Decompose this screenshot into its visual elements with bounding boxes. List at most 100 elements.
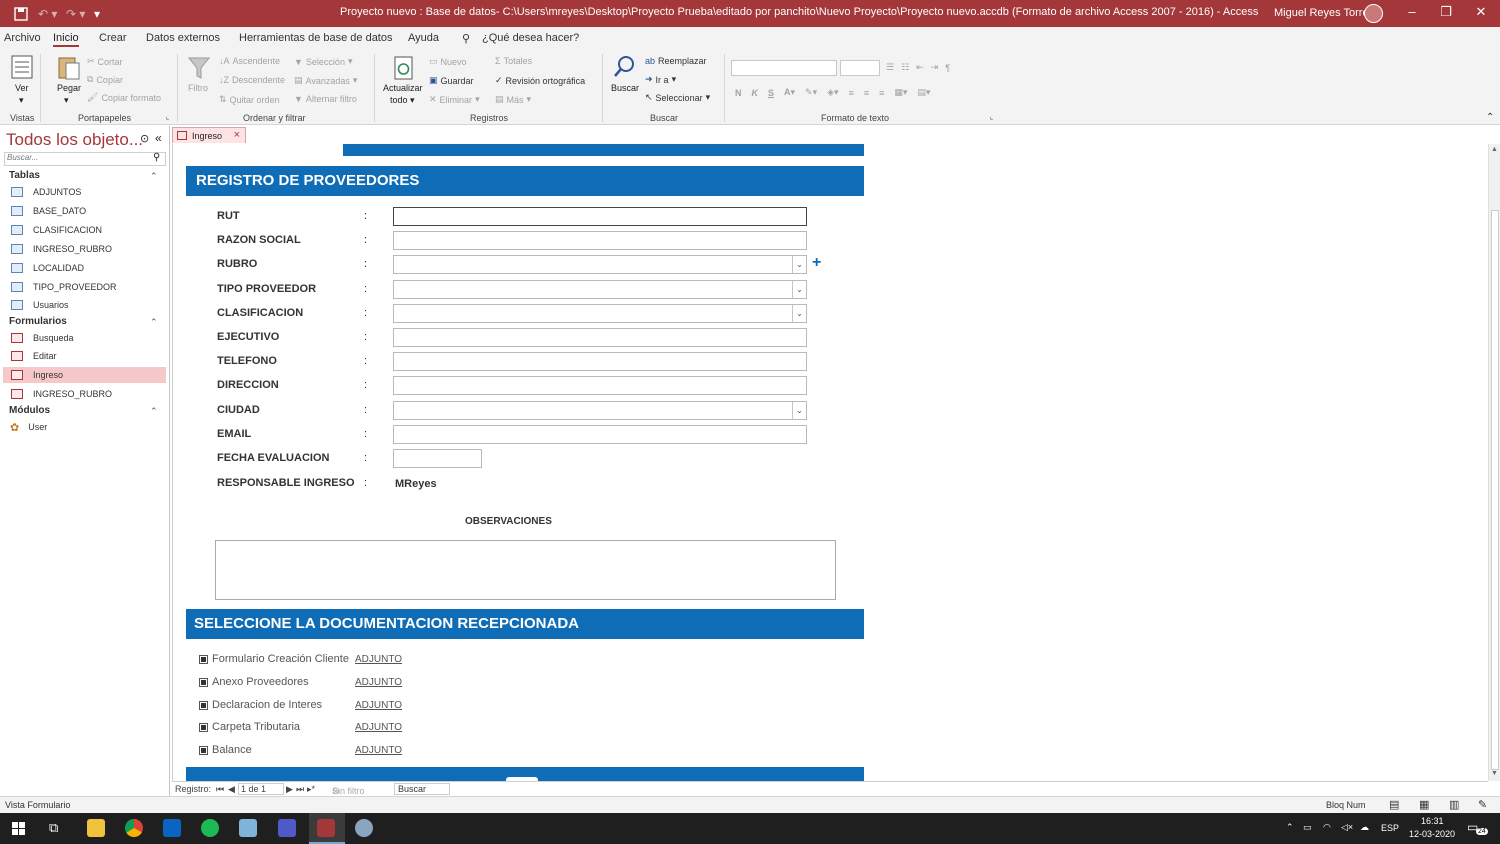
numbering-icon[interactable]: ☷ xyxy=(901,62,909,73)
document-checkbox[interactable] xyxy=(199,723,208,732)
wifi-icon[interactable]: ◠ xyxy=(1323,822,1331,833)
revision-button[interactable]: ✓ Revisión ortográfica xyxy=(495,75,585,86)
document-checkbox[interactable] xyxy=(199,746,208,755)
seleccionar-button[interactable]: ↖ Seleccionar ▾ xyxy=(645,92,710,103)
new-record-nav-icon[interactable]: ▸* xyxy=(307,784,315,795)
field-input-clasificacion[interactable]: ⌄ xyxy=(393,304,807,323)
document-checkbox[interactable] xyxy=(199,701,208,710)
language-indicator[interactable]: ESP xyxy=(1381,823,1399,833)
datasheet-view-icon[interactable]: ▦ xyxy=(1419,798,1429,811)
adjunto-link[interactable]: ADJUNTO xyxy=(355,722,402,733)
italic-button[interactable]: K xyxy=(752,88,759,98)
find-icon[interactable] xyxy=(612,54,638,82)
app-icon[interactable] xyxy=(355,819,373,837)
eliminar-button[interactable]: ✕ Eliminar ▾ xyxy=(429,94,480,105)
clock-date[interactable]: 12-03-2020 xyxy=(1409,829,1455,839)
chevron-down-icon[interactable]: ⌄ xyxy=(792,256,806,273)
nav-item-usuarios[interactable]: Usuarios xyxy=(3,297,166,313)
save-icon[interactable] xyxy=(14,0,28,27)
chevron-down-icon[interactable]: ⌄ xyxy=(792,402,806,419)
nav-item-clasificacion[interactable]: CLASIFICACION xyxy=(3,222,166,238)
chevron-up-icon[interactable]: ⌃ xyxy=(150,406,158,417)
avatar[interactable] xyxy=(1364,4,1383,23)
observaciones-textarea[interactable] xyxy=(215,540,836,600)
tell-me-input[interactable]: ¿Qué desea hacer? xyxy=(482,32,579,44)
refresh-icon[interactable] xyxy=(391,55,417,83)
bullets-icon[interactable]: ☰ xyxy=(886,62,894,73)
search-icon[interactable]: ⚲ xyxy=(462,32,470,45)
filtro-button[interactable]: Filtro xyxy=(188,83,208,93)
background-icon[interactable]: ▤▾ xyxy=(917,87,930,98)
outdent-icon[interactable]: ⇥ xyxy=(931,62,939,73)
task-view-icon[interactable]: ⧉ xyxy=(49,820,58,836)
field-input-ciudad[interactable]: ⌄ xyxy=(393,401,807,420)
quitar-orden-button[interactable]: ⇅ Quitar orden xyxy=(219,94,280,105)
tab-herramientas[interactable]: Herramientas de base de datos xyxy=(239,32,392,44)
teams-icon[interactable] xyxy=(278,819,296,837)
nuevo-button[interactable]: ▭ Nuevo xyxy=(429,56,467,67)
field-input-fecha-evaluacion[interactable] xyxy=(393,449,482,468)
view-icon[interactable] xyxy=(10,54,36,82)
bold-button[interactable]: N xyxy=(735,88,742,98)
nav-section-tablas[interactable]: Tablas xyxy=(9,170,40,181)
cortar-button[interactable]: ✂ Cortar xyxy=(87,56,123,67)
volume-icon[interactable]: ◁× xyxy=(1341,822,1353,833)
tab-ingreso[interactable]: Ingreso × xyxy=(172,127,246,143)
dialog-launcher-icon[interactable]: ⌞ xyxy=(990,113,993,121)
chevron-up-icon[interactable]: ⌃ xyxy=(150,171,158,182)
field-input-razon-social[interactable] xyxy=(393,231,807,250)
buscar-button[interactable]: Buscar xyxy=(611,83,639,93)
document-checkbox[interactable] xyxy=(199,678,208,687)
align-right-icon[interactable]: ≡ xyxy=(879,88,884,98)
actualizar-button[interactable]: Actualizar xyxy=(383,83,423,93)
indent-icon[interactable]: ⇤ xyxy=(916,62,924,73)
notes-app-icon[interactable] xyxy=(239,819,257,837)
design-view-icon[interactable]: ✎ xyxy=(1478,798,1487,811)
pegar-dropdown-icon[interactable]: ▾ xyxy=(64,95,69,106)
chevron-up-icon[interactable]: ⌃ xyxy=(150,317,158,328)
nav-menu-icon[interactable]: ⊙ xyxy=(140,132,149,145)
tab-crear[interactable]: Crear xyxy=(99,32,127,44)
tab-archivo[interactable]: Archivo xyxy=(4,32,41,44)
undo-icon[interactable]: ↶ ▾ xyxy=(38,0,57,27)
nav-item-base-dato[interactable]: BASE_DATO xyxy=(3,203,166,219)
chevron-down-icon[interactable]: ⌄ xyxy=(792,281,806,298)
layout-view-icon[interactable]: ▥ xyxy=(1449,798,1459,811)
actualizar-todo-label[interactable]: todo ▾ xyxy=(390,95,415,106)
avanzadas-button[interactable]: ▤ Avanzadas ▾ xyxy=(294,75,357,86)
collapse-ribbon-icon[interactable]: ⌃ xyxy=(1486,112,1494,123)
nav-item-ingreso-rubro-table[interactable]: INGRESO_RUBRO xyxy=(3,241,166,257)
nav-item-busqueda[interactable]: Busqueda xyxy=(3,330,166,346)
field-input-direccion[interactable] xyxy=(393,376,807,395)
field-input-tipo-proveedor[interactable]: ⌄ xyxy=(393,280,807,299)
adjunto-link[interactable]: ADJUNTO xyxy=(355,654,402,665)
field-input-email[interactable] xyxy=(393,425,807,444)
clock-time[interactable]: 16:31 xyxy=(1421,816,1444,826)
chevron-down-icon[interactable]: ⌄ xyxy=(792,305,806,322)
tab-inicio[interactable]: Inicio xyxy=(53,32,79,47)
battery-icon[interactable]: ▭ xyxy=(1303,822,1312,833)
highlight-icon[interactable]: ✎▾ xyxy=(805,87,817,98)
scroll-down-icon[interactable]: ▼ xyxy=(1491,770,1498,777)
search-icon[interactable]: ⚲ xyxy=(153,152,160,163)
font-size-select[interactable] xyxy=(840,60,880,76)
copiar-formato-button[interactable]: 🖌 Copiar formato xyxy=(87,92,161,103)
chrome-icon[interactable] xyxy=(125,819,143,837)
gridlines-icon[interactable]: ▦▾ xyxy=(894,87,907,98)
record-position-input[interactable]: 1 de 1 xyxy=(238,783,284,795)
nav-search-input[interactable]: Buscar... xyxy=(4,152,166,166)
fill-color-icon[interactable]: ◈▾ xyxy=(827,87,838,98)
field-input-telefono[interactable] xyxy=(393,352,807,371)
vertical-scrollbar[interactable]: ▲ ▼ xyxy=(1488,144,1500,781)
prev-record-icon[interactable]: ◀ xyxy=(228,784,235,795)
totales-button[interactable]: Σ Totales xyxy=(495,56,532,66)
nav-item-editar[interactable]: Editar xyxy=(3,348,166,364)
minimize-icon[interactable]: – xyxy=(1402,4,1422,19)
seleccion-button[interactable]: ▼ Selección ▾ xyxy=(294,56,352,67)
pegar-button[interactable]: Pegar xyxy=(57,83,81,93)
redo-icon[interactable]: ↷ ▾ xyxy=(66,0,85,27)
ir-a-button[interactable]: ➜ Ir a ▾ xyxy=(645,74,676,85)
close-icon[interactable]: × xyxy=(234,129,240,141)
reemplazar-button[interactable]: ab Reemplazar xyxy=(645,56,707,66)
onedrive-icon[interactable]: ☁ xyxy=(1360,822,1369,833)
